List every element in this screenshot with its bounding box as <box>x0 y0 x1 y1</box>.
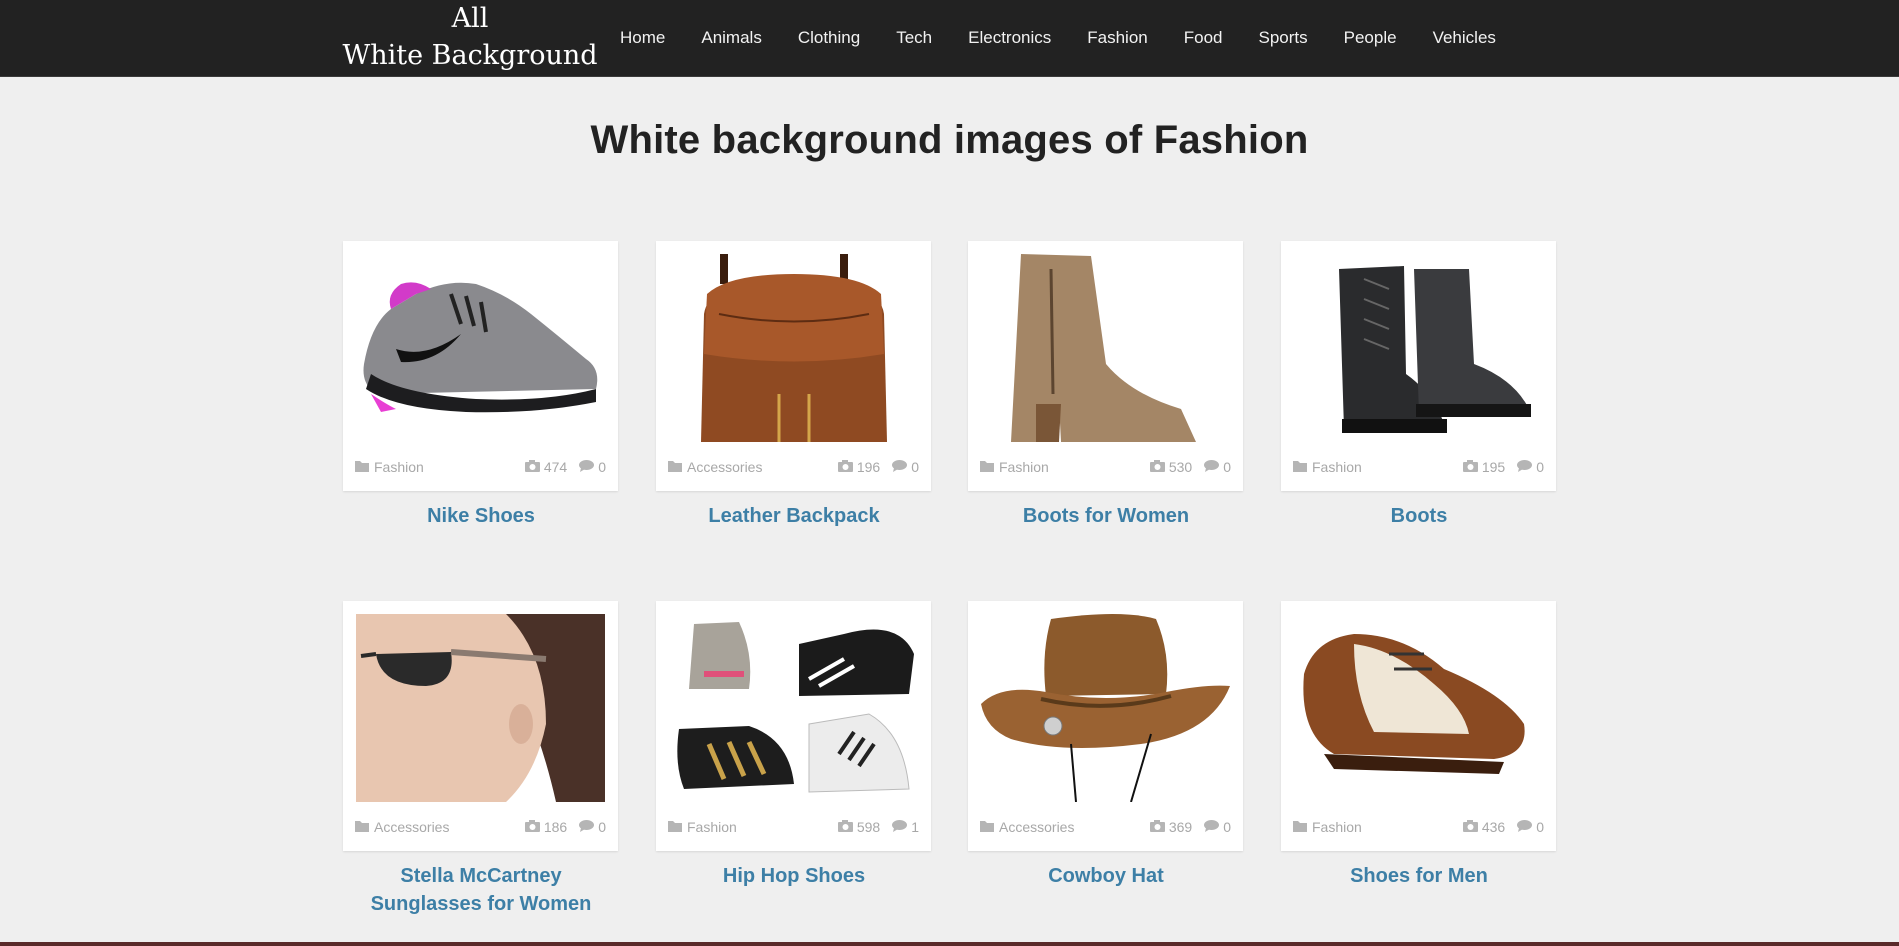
comment-count: 0 <box>598 819 606 835</box>
image-card-leather-backpack[interactable]: Accessories 196 0 <box>656 241 931 491</box>
folder-icon <box>980 459 994 475</box>
image-card-shoes-for-men[interactable]: Fashion 436 0 <box>1281 601 1556 851</box>
nav-people[interactable]: People <box>1326 28 1415 48</box>
card-title-cowboy-hat[interactable]: Cowboy Hat <box>956 862 1256 890</box>
image-card-boots-for-women[interactable]: Fashion 530 0 <box>968 241 1243 491</box>
footer-edge <box>0 942 1899 946</box>
camera-icon <box>837 459 853 475</box>
page-title: White background images of Fashion <box>590 118 1309 162</box>
camera-icon <box>524 819 540 835</box>
nav-vehicles[interactable]: Vehicles <box>1415 28 1514 48</box>
logo-line-2: White Background <box>342 40 598 71</box>
comment-count: 0 <box>1536 819 1544 835</box>
nav-food[interactable]: Food <box>1166 28 1241 48</box>
card-title-nike-shoes[interactable]: Nike Shoes <box>331 502 631 530</box>
main-nav: Home Animals Clothing Tech Electronics F… <box>602 0 1514 76</box>
ankle-boot-image[interactable] <box>981 254 1230 442</box>
nav-animals[interactable]: Animals <box>683 28 779 48</box>
comment-icon <box>579 819 595 835</box>
photo-count: 530 <box>1168 459 1193 475</box>
card-title-line-2: Sunglasses for Women <box>370 893 592 915</box>
card-meta: Fashion 474 0 <box>355 457 606 477</box>
camera-icon <box>1462 459 1478 475</box>
card-meta: Accessories 369 0 <box>980 817 1231 837</box>
folder-icon <box>668 459 682 475</box>
camera-icon <box>837 819 853 835</box>
site-logo[interactable]: All White Background <box>340 0 600 76</box>
logo-line-1: All <box>451 3 489 34</box>
category-label[interactable]: Accessories <box>687 459 762 475</box>
combat-boots-image[interactable] <box>1294 254 1543 442</box>
comment-icon <box>892 819 908 835</box>
sneaker-image[interactable] <box>356 254 605 442</box>
comment-icon <box>892 459 908 475</box>
nav-home[interactable]: Home <box>602 28 683 48</box>
comment-count: 0 <box>598 459 606 475</box>
category-label[interactable]: Accessories <box>374 819 449 835</box>
image-card-hip-hop-shoes[interactable]: Fashion 598 1 <box>656 601 931 851</box>
photo-count: 598 <box>856 819 881 835</box>
folder-icon <box>1293 459 1307 475</box>
nav-clothing[interactable]: Clothing <box>780 28 878 48</box>
nav-fashion[interactable]: Fashion <box>1069 28 1165 48</box>
photo-count: 436 <box>1481 819 1506 835</box>
comment-count: 0 <box>1223 819 1231 835</box>
photo-count: 196 <box>856 459 881 475</box>
category-label[interactable]: Accessories <box>999 819 1074 835</box>
category-label[interactable]: Fashion <box>999 459 1049 475</box>
comment-icon <box>1517 459 1533 475</box>
comment-icon <box>1517 819 1533 835</box>
comment-count: 1 <box>911 819 919 835</box>
nav-electronics[interactable]: Electronics <box>950 28 1069 48</box>
folder-icon <box>1293 819 1307 835</box>
sunglasses-woman-image[interactable] <box>356 614 605 802</box>
hiphop-shoes-image[interactable] <box>669 614 918 802</box>
card-title-boots[interactable]: Boots <box>1269 502 1569 530</box>
comment-count: 0 <box>911 459 919 475</box>
folder-icon <box>355 459 369 475</box>
comment-icon <box>1204 459 1220 475</box>
category-label[interactable]: Fashion <box>374 459 424 475</box>
photo-count: 186 <box>543 819 568 835</box>
card-title-shoes-for-men[interactable]: Shoes for Men <box>1269 862 1569 890</box>
card-meta: Fashion 530 0 <box>980 457 1231 477</box>
photo-count: 195 <box>1481 459 1506 475</box>
backpack-image[interactable] <box>669 254 918 442</box>
image-card-boots[interactable]: Fashion 195 0 <box>1281 241 1556 491</box>
comment-icon <box>1204 819 1220 835</box>
card-meta: Accessories 186 0 <box>355 817 606 837</box>
camera-icon <box>1149 459 1165 475</box>
image-card-cowboy-hat[interactable]: Accessories 369 0 <box>968 601 1243 851</box>
card-title-line-1: Stella McCartney <box>400 865 562 887</box>
card-title-boots-for-women[interactable]: Boots for Women <box>956 502 1256 530</box>
folder-icon <box>980 819 994 835</box>
camera-icon <box>1462 819 1478 835</box>
camera-icon <box>1149 819 1165 835</box>
card-title-leather-backpack[interactable]: Leather Backpack <box>644 502 944 530</box>
category-label[interactable]: Fashion <box>687 819 737 835</box>
top-navbar: All White Background Home Animals Clothi… <box>0 0 1899 77</box>
nav-sports[interactable]: Sports <box>1241 28 1326 48</box>
card-meta: Accessories 196 0 <box>668 457 919 477</box>
card-meta: Fashion 598 1 <box>668 817 919 837</box>
category-label[interactable]: Fashion <box>1312 819 1362 835</box>
camera-icon <box>524 459 540 475</box>
oxford-shoe-image[interactable] <box>1294 614 1543 802</box>
comment-count: 0 <box>1223 459 1231 475</box>
comment-icon <box>579 459 595 475</box>
image-card-stella-mccartney-sunglasses[interactable]: Accessories 186 0 <box>343 601 618 851</box>
photo-count: 369 <box>1168 819 1193 835</box>
cowboy-hat-image[interactable] <box>981 614 1230 802</box>
folder-icon <box>355 819 369 835</box>
category-label[interactable]: Fashion <box>1312 459 1362 475</box>
card-meta: Fashion 195 0 <box>1293 457 1544 477</box>
folder-icon <box>668 819 682 835</box>
card-meta: Fashion 436 0 <box>1293 817 1544 837</box>
nav-tech[interactable]: Tech <box>878 28 950 48</box>
card-title-hip-hop-shoes[interactable]: Hip Hop Shoes <box>644 862 944 890</box>
card-title-stella-mccartney-sunglasses[interactable]: Stella McCartney Sunglasses for Women <box>331 862 631 918</box>
comment-count: 0 <box>1536 459 1544 475</box>
photo-count: 474 <box>543 459 568 475</box>
image-card-nike-shoes[interactable]: Fashion 474 0 <box>343 241 618 491</box>
